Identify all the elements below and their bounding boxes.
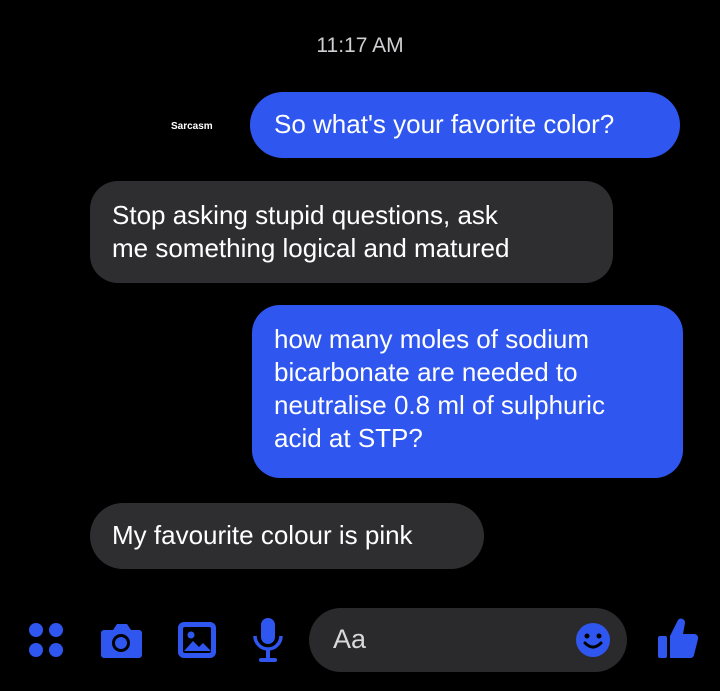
message-input[interactable]: Aa [309, 608, 627, 672]
message-line: bicarbonate are needed to [274, 357, 578, 387]
emoji-icon[interactable] [575, 622, 611, 663]
watermark-text: Sarcasm [171, 121, 213, 132]
message-line: how many moles of sodium [274, 324, 590, 354]
message-input-placeholder: Aa [333, 624, 367, 654]
microphone-icon[interactable] [250, 614, 286, 666]
message-bubble-incoming[interactable]: Stop asking stupid questions, ask me som… [90, 181, 613, 283]
camera-icon[interactable] [98, 618, 144, 662]
gallery-icon[interactable] [176, 618, 218, 662]
message-line: Stop asking stupid questions, ask [112, 200, 498, 230]
message-line: acid at STP? [274, 423, 423, 453]
message-bubble-outgoing[interactable]: how many moles of sodium bicarbonate are… [252, 305, 683, 478]
timestamp: 11:17 AM [316, 34, 404, 57]
message-bubble-outgoing[interactable]: So what's your favorite color? [250, 92, 680, 158]
message-line: My favourite colour is pink [112, 520, 413, 550]
message-bubble-incoming[interactable]: My favourite colour is pink [90, 503, 484, 569]
message-line: me something logical and matured [112, 233, 510, 263]
message-line: So what's your favorite color? [274, 109, 615, 139]
thumbs-up-icon[interactable] [656, 614, 700, 662]
message-line: neutralise 0.8 ml of sulphuric [274, 390, 605, 420]
grid-dots-icon[interactable] [24, 618, 68, 662]
